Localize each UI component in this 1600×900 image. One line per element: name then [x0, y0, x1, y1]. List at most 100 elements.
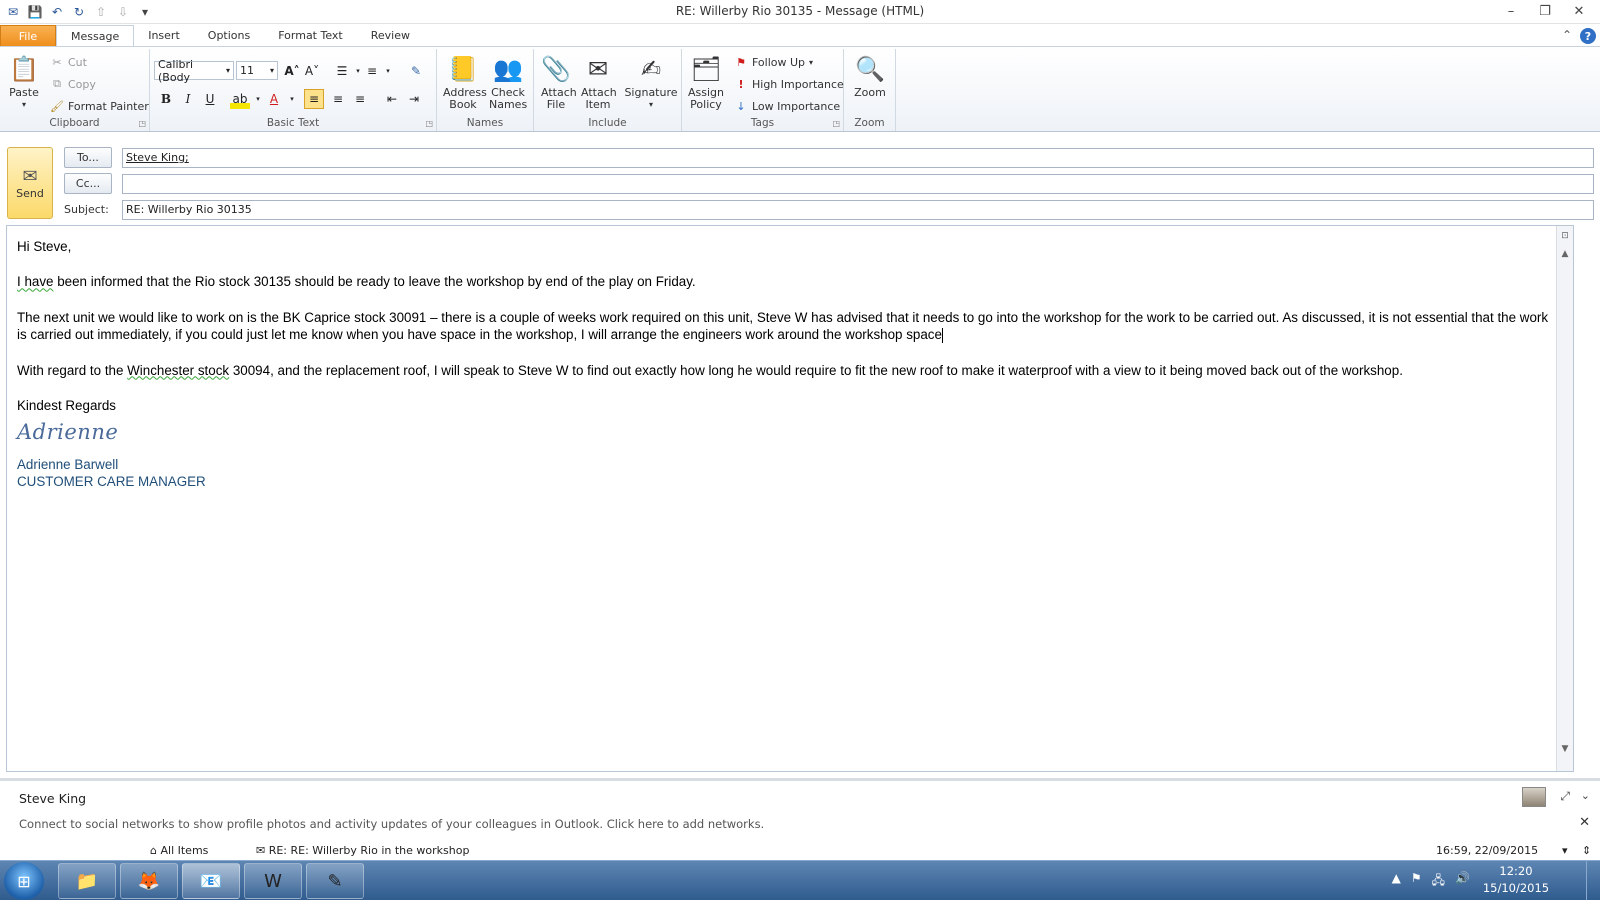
- copy-button[interactable]: ⧉ Copy: [50, 77, 96, 91]
- expand-icon[interactable]: ⤢: [1560, 789, 1570, 804]
- file-explorer-icon[interactable]: 📁: [58, 863, 116, 899]
- message-body-editor[interactable]: Hi Steve, I have been informed that the …: [6, 225, 1574, 772]
- font-color-icon[interactable]: A: [264, 89, 284, 109]
- align-center-icon[interactable]: ≡: [328, 89, 348, 109]
- all-items-tab[interactable]: ⌂ All Items: [150, 844, 208, 857]
- tab-options[interactable]: Options: [194, 25, 264, 47]
- chevron-down-icon[interactable]: ▾: [282, 89, 302, 109]
- cc-field[interactable]: [122, 174, 1594, 194]
- activity-item-date: 16:59, 22/09/2015: [1436, 844, 1539, 857]
- chevron-down-icon: ▾: [21, 100, 26, 109]
- decrease-indent-icon[interactable]: ⇤: [382, 89, 402, 109]
- clipboard-icon: 📋: [9, 55, 39, 83]
- grow-font-icon[interactable]: A˄: [282, 61, 302, 81]
- tags-group-label: Tags: [750, 117, 775, 129]
- spellcheck-flag[interactable]: I have: [17, 274, 53, 289]
- recipient-steve-king[interactable]: Steve King;: [126, 151, 189, 164]
- attach-item-button[interactable]: ✉ Attach Item: [580, 53, 617, 111]
- dialog-launcher-icon[interactable]: ◳: [832, 119, 840, 128]
- to-button[interactable]: To...: [64, 147, 112, 168]
- italic-icon[interactable]: I: [178, 89, 198, 109]
- check-names-icon: 👥: [493, 55, 523, 83]
- action-center-flag-icon[interactable]: ⚑: [1411, 871, 1422, 892]
- ruler-toggle-icon[interactable]: ⊡: [1559, 230, 1571, 242]
- message-body-text[interactable]: Hi Steve, I have been informed that the …: [17, 238, 1557, 491]
- clear-formatting-icon[interactable]: ✎: [406, 61, 426, 81]
- windows-start-icon[interactable]: ⊞: [4, 862, 44, 900]
- address-book-button[interactable]: 📒 Address Book: [441, 53, 487, 111]
- dialog-launcher-icon[interactable]: ◳: [138, 119, 146, 128]
- activity-item[interactable]: ✉ RE: RE: Willerby Rio in the workshop: [256, 844, 469, 857]
- chevron-down-icon[interactable]: ▾: [1562, 844, 1568, 857]
- network-icon[interactable]: 🖧: [1432, 871, 1445, 892]
- subject-field[interactable]: RE: Willerby Rio 30135: [122, 200, 1594, 220]
- clock-time: 12:20: [1499, 864, 1533, 878]
- align-right-icon[interactable]: ≡: [350, 89, 370, 109]
- avatar[interactable]: [1522, 787, 1546, 807]
- assign-policy-button[interactable]: 🗂 Assign Policy: [686, 53, 726, 111]
- all-items-icon: ⌂: [150, 844, 157, 857]
- font-name-combo[interactable]: Calibri (Body ▾: [154, 58, 234, 84]
- outlook-icon[interactable]: 📧: [182, 863, 240, 899]
- dialog-launcher-icon[interactable]: ◳: [425, 119, 433, 128]
- align-left-icon[interactable]: ≡: [304, 89, 324, 109]
- signature-button[interactable]: ✍ Signature ▾: [624, 53, 678, 111]
- firefox-icon[interactable]: 🦊: [120, 863, 178, 899]
- application-icon[interactable]: ✎: [306, 863, 364, 899]
- paste-button[interactable]: 📋 Paste ▾: [6, 53, 42, 111]
- to-field[interactable]: Steve King;: [122, 148, 1594, 168]
- minimize-ribbon-icon[interactable]: ⌃: [1562, 28, 1572, 44]
- bold-icon[interactable]: B: [156, 89, 176, 109]
- body-paragraph-2: The next unit we would like to work on i…: [17, 309, 1549, 344]
- cc-button[interactable]: Cc...: [64, 173, 112, 194]
- show-hidden-icons-icon[interactable]: ▲: [1392, 871, 1401, 892]
- increase-indent-icon[interactable]: ⇥: [404, 89, 424, 109]
- help-icon[interactable]: ?: [1580, 28, 1596, 44]
- signature-script: Adrienne: [17, 420, 119, 445]
- close-icon[interactable]: ✕: [1562, 0, 1596, 22]
- chevron-down-icon: ▾: [269, 66, 274, 75]
- magnifier-icon: 🔍: [855, 55, 885, 83]
- restore-icon[interactable]: ❐: [1528, 0, 1562, 22]
- scroll-up-icon[interactable]: ▲: [1559, 248, 1571, 260]
- volume-icon[interactable]: 🔊: [1455, 871, 1470, 892]
- format-painter-button[interactable]: 🖌 Format Painter: [50, 99, 149, 113]
- send-button[interactable]: ✉ Send: [7, 147, 53, 219]
- names-group-label: Names: [466, 117, 504, 129]
- tab-format-text[interactable]: Format Text: [264, 25, 357, 47]
- minimize-icon[interactable]: –: [1494, 0, 1528, 22]
- taskbar-clock[interactable]: 12:20 15/10/2015: [1476, 863, 1556, 897]
- tab-insert[interactable]: Insert: [134, 25, 194, 47]
- word-icon[interactable]: W: [244, 863, 302, 899]
- zoom-button[interactable]: 🔍 Zoom: [850, 53, 890, 99]
- low-importance-button[interactable]: ↓ Low Importance: [734, 99, 840, 113]
- shrink-font-icon[interactable]: A˅: [302, 61, 322, 81]
- tags-group: 🗂 Assign Policy ⚑ Follow Up ▾ ! High Imp…: [682, 49, 844, 131]
- show-desktop-button[interactable]: [1586, 861, 1600, 900]
- close-icon[interactable]: ✕: [1579, 815, 1590, 830]
- font-size-combo[interactable]: 11 ▾: [236, 61, 278, 80]
- follow-up-button[interactable]: ⚑ Follow Up ▾: [734, 55, 813, 69]
- underline-icon[interactable]: U: [200, 89, 220, 109]
- body-paragraph-3: With regard to the Winchester stock 3009…: [17, 362, 1403, 378]
- tab-file[interactable]: File: [0, 25, 56, 47]
- chevron-down-icon[interactable]: ⌄: [1581, 789, 1590, 802]
- policy-icon: 🗂: [690, 55, 722, 83]
- paperclip-icon: 📎: [541, 55, 571, 83]
- high-importance-button[interactable]: ! High Importance: [734, 77, 843, 91]
- social-networks-prompt[interactable]: Connect to social networks to show profi…: [19, 817, 764, 831]
- tab-review[interactable]: Review: [357, 25, 424, 47]
- vertical-scrollbar[interactable]: ⊡ ▲ ▼: [1556, 226, 1573, 771]
- tab-message[interactable]: Message: [56, 25, 135, 47]
- cut-button[interactable]: ✂ Cut: [50, 55, 87, 69]
- attach-file-button[interactable]: 📎 Attach File: [540, 53, 577, 111]
- scroll-icon[interactable]: ⇕: [1582, 844, 1591, 857]
- paintbrush-icon: 🖌: [50, 99, 64, 113]
- chevron-down-icon[interactable]: ▾: [378, 61, 398, 81]
- spellcheck-flag[interactable]: Winchester stock: [127, 363, 229, 378]
- highlight-icon[interactable]: ab: [230, 89, 250, 109]
- scroll-down-icon[interactable]: ▼: [1559, 743, 1571, 755]
- signature-name: Adrienne Barwell: [17, 456, 119, 472]
- chevron-down-icon: ▾: [809, 57, 814, 67]
- check-names-button[interactable]: 👥 Check Names: [487, 53, 529, 111]
